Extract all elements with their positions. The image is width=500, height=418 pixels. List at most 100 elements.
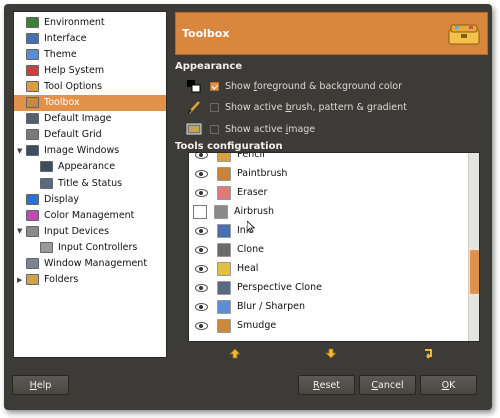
sidebar-item-input-controllers[interactable]: Input Controllers <box>14 239 166 255</box>
sidebar-item-label: Theme <box>44 48 77 60</box>
sidebar-item-folders[interactable]: ▶ Folders <box>14 272 166 288</box>
sidebar-item-appearance[interactable]: Appearance <box>14 159 166 175</box>
tool-label: Clone <box>237 244 264 255</box>
tool-row-blur-sharpen[interactable]: Blur / Sharpen <box>189 297 467 316</box>
visibility-eye-icon[interactable] <box>195 302 208 311</box>
tool-label: Paintbrush <box>237 168 288 179</box>
sidebar-item-default-grid[interactable]: Default Grid <box>14 127 166 143</box>
tool-row-airbrush[interactable]: Airbrush <box>189 202 467 221</box>
cancel-button[interactable]: Cancel <box>359 375 416 395</box>
paintbrush-icon <box>217 166 231 181</box>
appearance-checkbox[interactable] <box>210 81 219 91</box>
heal-icon <box>217 261 231 276</box>
reset-order-icon[interactable] <box>423 348 435 359</box>
sidebar-item-label: Input Devices <box>44 225 110 237</box>
reset-button[interactable]: Reset <box>298 375 355 395</box>
clone-icon <box>217 242 231 257</box>
visibility-eye-icon[interactable] <box>195 169 208 178</box>
ink-icon <box>217 223 231 238</box>
tool-row-paintbrush[interactable]: Paintbrush <box>189 164 467 183</box>
move-down-icon[interactable] <box>325 348 337 359</box>
sidebar-item-default-image[interactable]: Default Image <box>14 111 166 127</box>
tool-row-ink[interactable]: Ink <box>189 221 467 240</box>
smudge-icon <box>217 318 231 333</box>
display-icon <box>26 193 39 205</box>
input-devices-icon <box>26 225 39 237</box>
tool-label: Pencil <box>237 152 265 160</box>
sidebar-item-label: Window Management <box>44 258 148 269</box>
sidebar-item-color-management[interactable]: Color Management <box>14 207 166 223</box>
visibility-eye-icon[interactable] <box>195 188 208 197</box>
tool-row-pencil[interactable]: Pencil <box>189 152 467 164</box>
expander-collapsed-icon[interactable]: ▶ <box>17 276 26 284</box>
sidebar-item-toolbox[interactable]: Toolbox <box>14 94 166 111</box>
appearance-option-3[interactable]: Show active image <box>186 121 315 137</box>
sidebar-item-label: Display <box>44 193 80 205</box>
visibility-eye-icon[interactable] <box>195 283 208 292</box>
perspective-clone-icon <box>217 280 231 295</box>
appearance-checkbox[interactable] <box>210 124 219 134</box>
brush-icon <box>186 100 202 114</box>
sidebar-item-label: Image Windows <box>44 145 120 157</box>
preferences-dialog: Environment Interface Theme Help System Tool… <box>4 4 492 410</box>
move-up-icon[interactable] <box>229 348 241 359</box>
visibility-eye-icon[interactable] <box>195 226 208 235</box>
input-controllers-icon <box>40 241 53 253</box>
tools-configuration-title: Tools configuration <box>175 141 283 152</box>
tool-label: Blur / Sharpen <box>237 301 305 312</box>
appearance-section-title: Appearance <box>175 61 243 72</box>
appearance-icon <box>40 161 53 173</box>
appearance-option-label: Show active image <box>225 123 316 135</box>
tools-scrollbar-thumb[interactable] <box>470 250 479 294</box>
sidebar-item-input-devices[interactable]: ▼ Input Devices <box>14 223 166 239</box>
interface-icon <box>26 32 39 44</box>
sidebar-item-label: Tool Options <box>44 80 103 92</box>
toolbox-chest-icon <box>447 22 481 46</box>
tools-list[interactable]: Pencil Paintbrush Eraser Airbrush Ink Clone He… <box>188 152 480 342</box>
sidebar-item-tool-options[interactable]: Tool Options <box>14 78 166 94</box>
sidebar-item-label: Color Management <box>44 209 135 221</box>
appearance-option-label: Show foreground & background color <box>225 80 403 92</box>
sidebar-item-help-system[interactable]: Help System <box>14 62 166 78</box>
visibility-eye-icon[interactable] <box>195 245 208 254</box>
appearance-checkbox[interactable] <box>210 102 219 112</box>
visibility-toggle-off[interactable] <box>193 204 207 219</box>
mouse-cursor-icon <box>247 221 255 233</box>
help-button[interactable]: Help <box>12 375 69 395</box>
visibility-eye-icon[interactable] <box>195 153 208 159</box>
fg-bg-color-icon <box>186 79 202 93</box>
tools-scrollbar[interactable] <box>468 153 479 341</box>
folders-icon <box>26 274 39 286</box>
sidebar-item-label: Input Controllers <box>58 241 138 253</box>
title-status-icon <box>40 177 53 189</box>
tool-row-heal[interactable]: Heal <box>189 259 467 278</box>
appearance-option-label: Show active brush, pattern & gradient <box>225 101 407 113</box>
blur-sharpen-icon <box>217 299 231 314</box>
visibility-eye-icon[interactable] <box>195 264 208 273</box>
tool-options-icon <box>26 80 39 92</box>
sidebar-item-label: Help System <box>44 64 105 76</box>
tool-row-smudge[interactable]: Smudge <box>189 316 467 335</box>
sidebar-item-label: Default Image <box>44 113 112 125</box>
tool-row-perspective-clone[interactable]: Perspective Clone <box>189 278 467 297</box>
expander-expanded-icon[interactable]: ▼ <box>17 147 26 155</box>
visibility-eye-icon[interactable] <box>195 321 208 330</box>
sidebar-item-window-management[interactable]: Window Management <box>14 256 166 272</box>
expander-expanded-icon[interactable]: ▼ <box>17 227 26 235</box>
airbrush-icon <box>214 204 228 219</box>
ok-button[interactable]: OK <box>420 375 477 395</box>
appearance-option-2[interactable]: Show active brush, pattern & gradient <box>186 99 407 115</box>
image-windows-icon <box>26 145 39 157</box>
appearance-option-1[interactable]: Show foreground & background color <box>186 78 402 94</box>
tool-label: Heal <box>237 263 259 274</box>
sidebar-item-display[interactable]: Display <box>14 191 166 207</box>
sidebar-item-interface[interactable]: Interface <box>14 30 166 46</box>
tool-row-clone[interactable]: Clone <box>189 240 467 259</box>
sidebar-item-title-status[interactable]: Title & Status <box>14 175 166 191</box>
preferences-tree[interactable]: Environment Interface Theme Help System Tool… <box>13 11 167 358</box>
sidebar-item-image-windows[interactable]: ▼ Image Windows <box>14 143 166 159</box>
sidebar-item-environment[interactable]: Environment <box>14 14 166 30</box>
tool-label: Smudge <box>237 320 277 331</box>
sidebar-item-theme[interactable]: Theme <box>14 46 166 62</box>
tool-row-eraser[interactable]: Eraser <box>189 183 467 202</box>
